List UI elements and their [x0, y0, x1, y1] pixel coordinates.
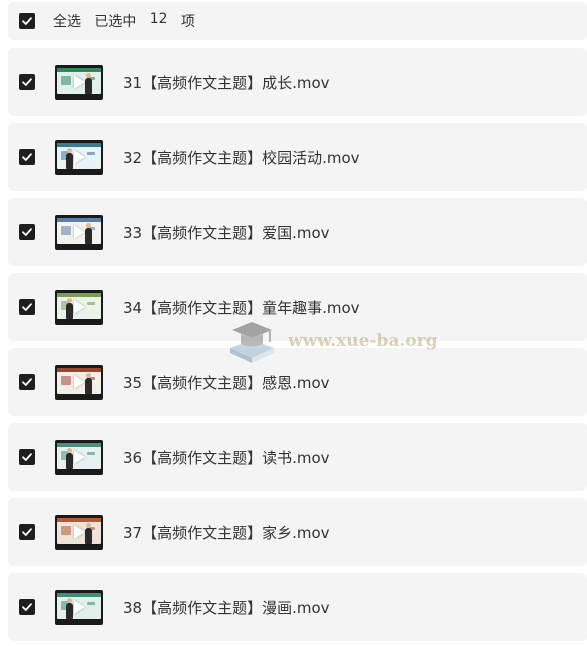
- video-thumbnail[interactable]: [55, 589, 103, 625]
- file-name[interactable]: 34【高频作文主题】童年趣事.mov: [123, 297, 360, 318]
- video-thumbnail[interactable]: [55, 364, 103, 400]
- play-icon: [74, 524, 85, 539]
- file-name[interactable]: 38【高频作文主题】漫画.mov: [123, 597, 330, 618]
- check-icon: [22, 153, 32, 161]
- selected-unit: 项: [180, 14, 195, 30]
- list-item[interactable]: 33【高频作文主题】爱国.mov: [8, 198, 587, 266]
- check-icon: [22, 303, 32, 311]
- select-all-checkbox[interactable]: [19, 13, 35, 29]
- play-icon: [74, 374, 85, 389]
- select-all-bar: 全选 已选中 12 项: [8, 2, 587, 40]
- list-item[interactable]: 36【高频作文主题】读书.mov: [8, 423, 587, 491]
- item-checkbox[interactable]: [19, 224, 35, 240]
- play-icon: [74, 449, 85, 464]
- check-icon: [22, 17, 32, 25]
- list-item[interactable]: 34【高频作文主题】童年趣事.mov: [8, 273, 587, 341]
- item-checkbox[interactable]: [19, 449, 35, 465]
- file-name[interactable]: 32【高频作文主题】校园活动.mov: [123, 147, 360, 168]
- selected-count: 12: [149, 11, 168, 27]
- selected-prefix: 已选中: [94, 14, 137, 30]
- check-icon: [22, 453, 32, 461]
- video-thumbnail[interactable]: [55, 64, 103, 100]
- check-icon: [22, 78, 32, 86]
- file-name[interactable]: 33【高频作文主题】爱国.mov: [123, 222, 330, 243]
- list-item[interactable]: 35【高频作文主题】感恩.mov: [8, 348, 587, 416]
- check-icon: [22, 378, 32, 386]
- check-icon: [22, 528, 32, 536]
- item-checkbox[interactable]: [19, 299, 35, 315]
- item-checkbox[interactable]: [19, 599, 35, 615]
- item-checkbox[interactable]: [19, 524, 35, 540]
- select-all-label[interactable]: 全选: [53, 11, 81, 31]
- play-icon: [74, 149, 85, 164]
- list-item[interactable]: 38【高频作文主题】漫画.mov: [8, 573, 587, 641]
- item-checkbox[interactable]: [19, 74, 35, 90]
- item-checkbox[interactable]: [19, 374, 35, 390]
- check-icon: [22, 228, 32, 236]
- play-icon: [74, 299, 85, 314]
- selection-summary: 全选 已选中 12 项: [53, 11, 195, 31]
- play-icon: [74, 74, 85, 89]
- item-checkbox[interactable]: [19, 149, 35, 165]
- play-icon: [74, 224, 85, 239]
- video-thumbnail[interactable]: [55, 439, 103, 475]
- file-name[interactable]: 36【高频作文主题】读书.mov: [123, 447, 330, 468]
- file-name[interactable]: 31【高频作文主题】成长.mov: [123, 72, 330, 93]
- file-name[interactable]: 35【高频作文主题】感恩.mov: [123, 372, 330, 393]
- video-thumbnail[interactable]: [55, 214, 103, 250]
- video-thumbnail[interactable]: [55, 289, 103, 325]
- file-name[interactable]: 37【高频作文主题】家乡.mov: [123, 522, 330, 543]
- list-item[interactable]: 37【高频作文主题】家乡.mov: [8, 498, 587, 566]
- video-thumbnail[interactable]: [55, 139, 103, 175]
- list-item[interactable]: 31【高频作文主题】成长.mov: [8, 48, 587, 116]
- video-thumbnail[interactable]: [55, 514, 103, 550]
- check-icon: [22, 603, 32, 611]
- list-item[interactable]: 32【高频作文主题】校园活动.mov: [8, 123, 587, 191]
- play-icon: [74, 599, 85, 614]
